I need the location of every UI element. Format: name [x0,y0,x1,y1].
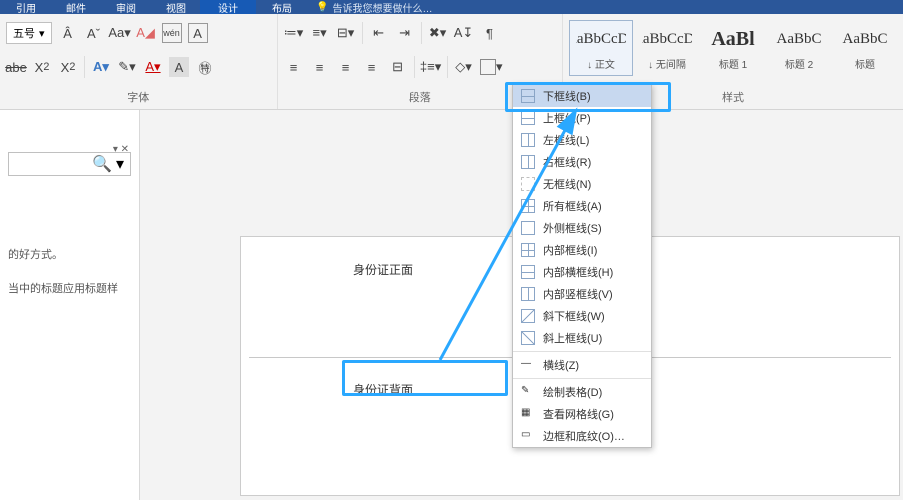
tell-me-text: 告诉我您想要做什么… [332,0,432,15]
font-size-combo[interactable]: 五号▾ [6,22,52,44]
font-color-icon[interactable]: A▾ [143,57,163,77]
menu-item-label: 查看网格线(G) [543,406,614,422]
ribbon: 五号▾ Â Aˇ Aa▾ A◢ wén A abe X2 X2 A▾ ✎▾ A… [0,14,903,110]
superscript-icon[interactable]: X2 [58,57,78,77]
menu-item-label: 绘制表格(D) [543,384,602,400]
border-menu-item-dlg[interactable]: ▭边框和底纹(O)… [513,425,651,447]
strikethrough-icon[interactable]: abe [6,57,26,77]
annotation-highlight-top [505,82,671,112]
tell-me-box[interactable]: 💡 告诉我您想要做什么… [316,0,432,14]
align-right-icon[interactable]: ≡ [336,57,356,77]
change-case-icon[interactable]: Aa▾ [110,23,130,43]
nav-pane-body: 的好方式。 当中的标题应用标题样 [8,246,131,300]
nav-pane-close-icon[interactable]: ▾ ✕ [113,144,129,155]
tab-mail[interactable]: 邮件 [52,0,100,14]
sort-icon[interactable]: A↧ [454,23,474,43]
annotation-arrow-icon [340,100,590,380]
char-border-icon[interactable]: A [188,23,208,43]
title-bar: 引用 邮件 审阅 视图 设计 布局 💡 告诉我您想要做什么… [0,0,903,14]
style-1[interactable]: AaBbCcDd↓ 无间隔 [635,20,699,76]
menu-item-label: 边框和底纹(O)… [543,428,625,444]
tab-design-active[interactable]: 设计 [200,0,256,14]
style-3[interactable]: AaBbC标题 2 [767,20,831,76]
bulb-icon: 💡 [316,2,328,13]
tab-view[interactable]: 视图 [152,0,200,14]
tab-ref[interactable]: 引用 [2,0,50,14]
subscript-icon[interactable]: X2 [32,57,52,77]
tab-review[interactable]: 审阅 [102,0,150,14]
ribbon-group-font: 五号▾ Â Aˇ Aa▾ A◢ wén A abe X2 X2 A▾ ✎▾ A… [0,14,277,109]
grow-font-icon[interactable]: Â [58,23,78,43]
distribute-icon[interactable]: ⊟ [388,57,408,77]
enclose-char-icon[interactable]: ㊕ [195,57,215,77]
shading-icon[interactable]: ◇▾ [454,57,474,77]
search-icon: 🔍 [92,154,112,174]
indent-inc-icon[interactable]: ⇥ [395,23,415,43]
numbering-icon[interactable]: ≡▾ [310,23,330,43]
phonetic-guide-icon[interactable]: wén [162,23,182,43]
annotation-highlight-bottom [342,360,508,396]
asian-layout-icon[interactable]: ✖▾ [428,23,448,43]
style-4[interactable]: AaBbC标题 [833,20,897,76]
text-effects-icon[interactable]: A▾ [91,57,111,77]
char-shading-icon[interactable]: A [169,57,189,77]
align-justify-icon[interactable]: ≡ [362,57,382,77]
nav-search-input[interactable]: 🔍▾ [8,152,131,176]
font-group-label: 字体 [0,89,277,105]
style-0[interactable]: AaBbCcDd↓ 正文 [569,20,633,76]
highlight-icon[interactable]: ✎▾ [117,57,137,77]
indent-dec-icon[interactable]: ⇤ [369,23,389,43]
border-menu-item-grid[interactable]: ▦查看网格线(G) [513,403,651,425]
tab-layout[interactable]: 布局 [258,0,306,14]
shrink-font-icon[interactable]: Aˇ [84,23,104,43]
line-spacing-icon[interactable]: ‡≡▾ [421,57,441,77]
align-left-icon[interactable]: ≡ [284,57,304,77]
borders-button-icon[interactable]: ▾ [480,59,496,75]
align-center-icon[interactable]: ≡ [310,57,330,77]
multilevel-icon[interactable]: ⊟▾ [336,23,356,43]
border-menu-item-draw[interactable]: ✎绘制表格(D) [513,381,651,403]
bullets-icon[interactable]: ≔▾ [284,23,304,43]
show-marks-icon[interactable]: ¶ [480,23,500,43]
style-2[interactable]: AaBl标题 1 [701,20,765,76]
clear-format-icon[interactable]: A◢ [136,23,156,43]
navigation-pane: ▾ ✕ 🔍▾ 的好方式。 当中的标题应用标题样 [0,110,140,500]
